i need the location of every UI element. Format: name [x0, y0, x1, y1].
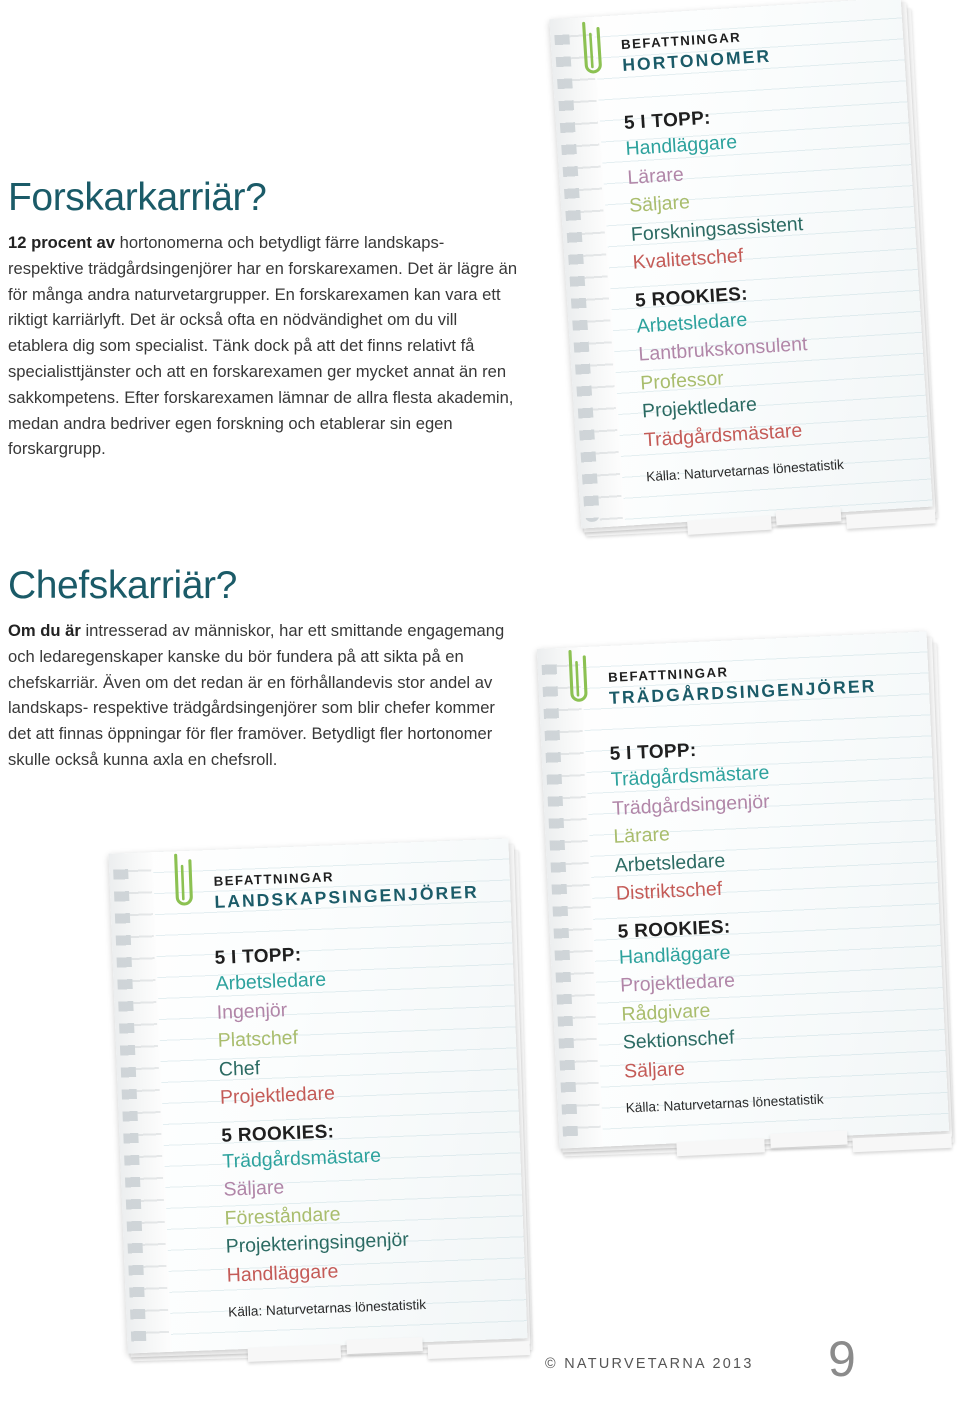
- page-canvas: Forskarkarriär? 12 procent av hortonomer…: [0, 0, 960, 1413]
- body-text-forskarkarriar: 12 procent av hortonomerna och betydligt…: [8, 230, 520, 462]
- lead-in-chefskarriar: Om du är: [8, 621, 81, 640]
- notepad-content-landskapsingenjorer: BEFATTNINGAR LANDSKAPSINGENJÖRER 5 I TOP…: [109, 839, 528, 1354]
- notepad-content-tradgardsingenjorer: BEFATTNINGAR TRÄDGÅRDSINGENJÖRER 5 I TOP…: [537, 631, 949, 1148]
- notepad-header-hortonomer: BEFATTNINGAR HORTONOMER: [621, 28, 772, 77]
- paperclip-icon: [174, 853, 193, 906]
- notepad-lists-hortonomer: 5 I TOPP: Handläggare Lärare Säljare For…: [623, 101, 844, 485]
- notepad-header-landskapsingenjorer: BEFATTNINGAR LANDSKAPSINGENJÖRER: [213, 864, 479, 913]
- notepad-card-hortonomer: BEFATTNINGAR HORTONOMER 5 I TOPP: Handlä…: [549, 0, 938, 537]
- rookies-list: Handläggare Projektledare Rådgivare Sekt…: [618, 934, 822, 1085]
- body-rest-forskarkarriar: hortonomerna och betydligt färre landska…: [8, 233, 518, 459]
- top-list: Trädgårdsmästare Trädgårdsingenjör Lärar…: [610, 757, 814, 908]
- notepad-content-hortonomer: BEFATTNINGAR HORTONOMER 5 I TOPP: Handlä…: [549, 0, 932, 529]
- paperclip-icon: [568, 650, 588, 702]
- lead-in-forskarkarriar: 12 procent av: [8, 233, 115, 252]
- paperclip-icon: [582, 21, 602, 74]
- top-list: Handläggare Lärare Säljare Forskningsass…: [625, 123, 832, 278]
- article-section-forskarkarriar: Forskarkarriär? 12 procent av hortonomer…: [8, 178, 520, 462]
- copyright-notice: © NATURVETARNA 2013: [545, 1356, 754, 1372]
- notepad-card-landskapsingenjorer: BEFATTNINGAR LANDSKAPSINGENJÖRER 5 I TOP…: [108, 838, 533, 1362]
- notepad-lists-tradgardsingenjorer: 5 I TOPP: Trädgårdsmästare Trädgårdsinge…: [609, 735, 824, 1116]
- top-list: Arbetsledare Ingenjör Platschef Chef Pro…: [215, 962, 418, 1112]
- rookies-list: Arbetsledare Lantbrukskonsulent Professo…: [636, 300, 843, 455]
- notepad-header-tradgardsingenjorer: BEFATTNINGAR TRÄDGÅRDSINGENJÖRER: [608, 658, 877, 709]
- page-number: 9: [828, 1331, 856, 1387]
- body-rest-chefskarriar: intresserad av människor, har ett smitta…: [8, 621, 505, 769]
- article-section-chefskarriar: Chefskarriär? Om du är intresserad av mä…: [8, 566, 520, 773]
- page-title-chefskarriar: Chefskarriär?: [8, 564, 237, 607]
- rookies-list: Trädgårdsmästare Säljare Föreståndare Pr…: [222, 1140, 425, 1290]
- body-text-chefskarriar: Om du är intresserad av människor, har e…: [8, 618, 520, 773]
- notepad-lists-landskapsingenjorer: 5 I TOPP: Arbetsledare Ingenjör Platsche…: [214, 940, 426, 1320]
- notepad-card-tradgardsingenjorer: BEFATTNINGAR TRÄDGÅRDSINGENJÖRER 5 I TOP…: [536, 631, 955, 1157]
- page-title-forskarkarriar: Forskarkarriär?: [8, 176, 267, 219]
